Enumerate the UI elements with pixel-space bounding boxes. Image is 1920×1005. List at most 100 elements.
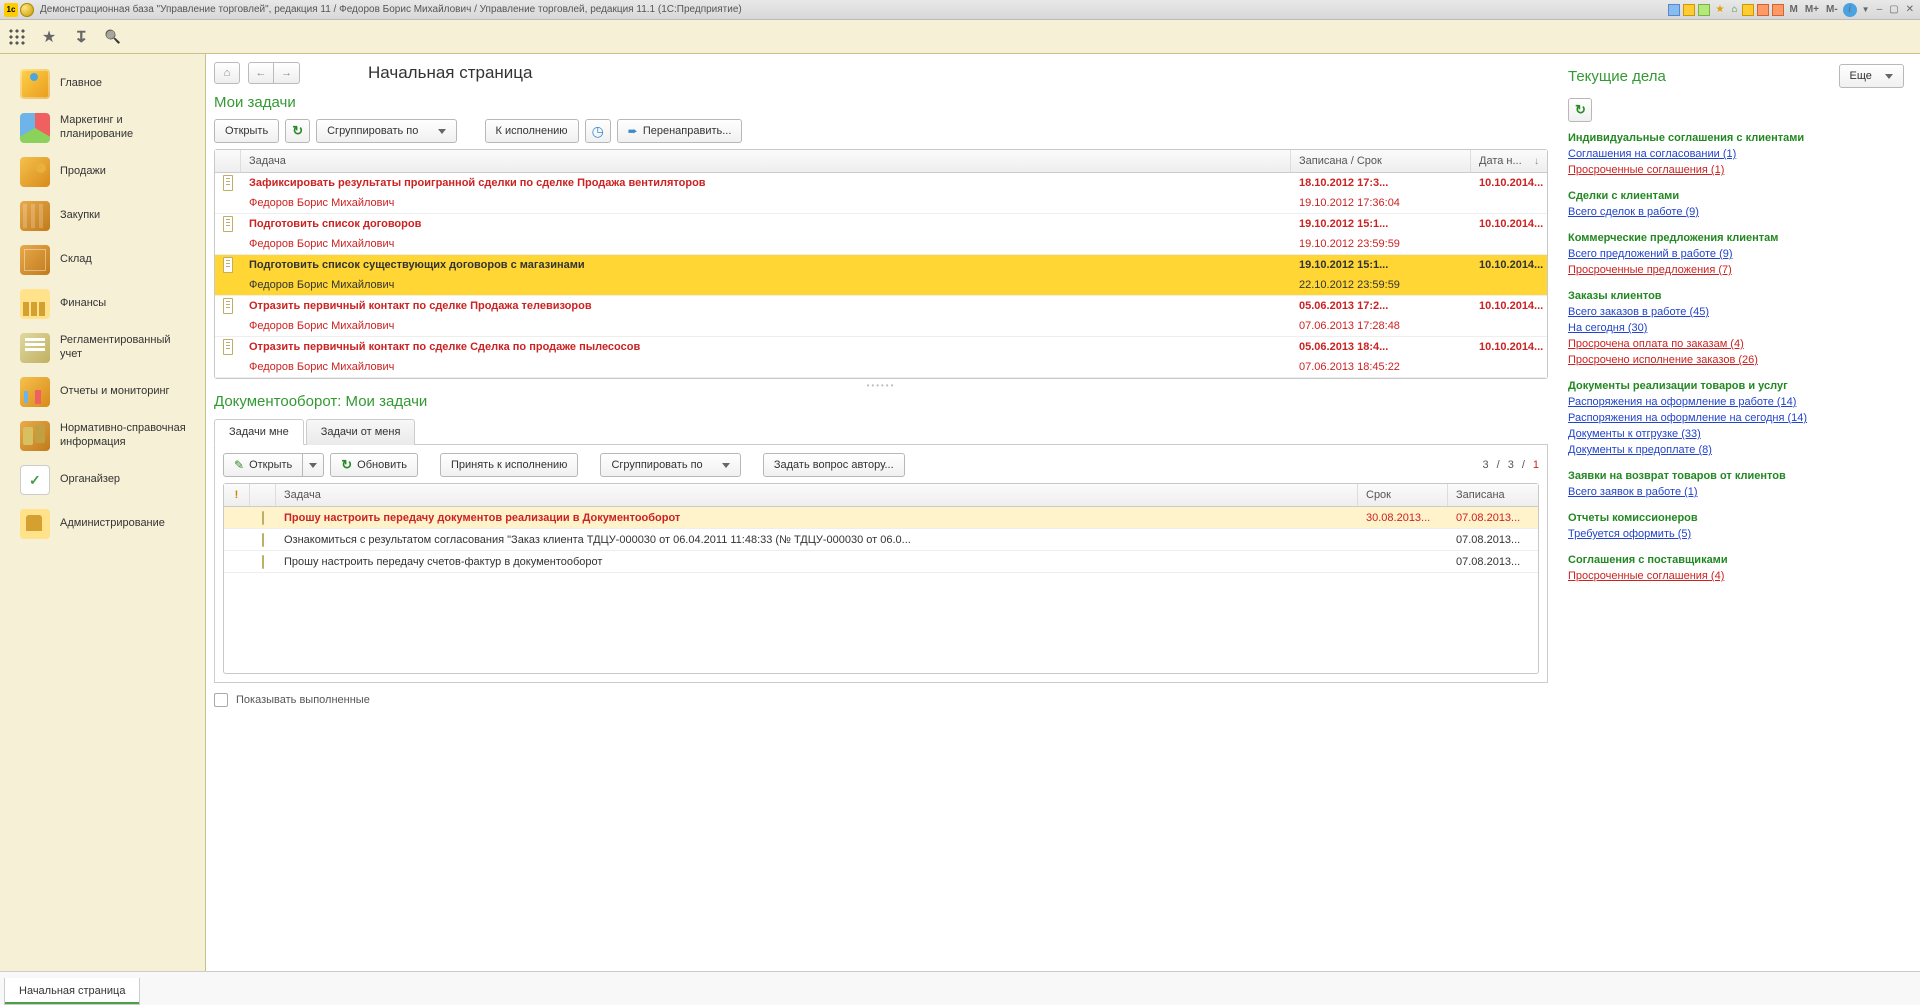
info-dropdown-icon[interactable]: ▼: [1860, 5, 1872, 14]
sidebar-item-marketing[interactable]: Маркетинг и планирование: [0, 106, 205, 150]
sys-icon-2[interactable]: [1683, 4, 1695, 16]
df-col-icon[interactable]: [250, 484, 276, 506]
info-icon[interactable]: i: [1843, 3, 1857, 17]
maximize-icon[interactable]: ▢: [1887, 4, 1900, 15]
forward-icon: [628, 124, 638, 138]
side-link[interactable]: На сегодня (30): [1568, 322, 1904, 334]
side-group: Документы реализации товаров и услугРасп…: [1568, 380, 1904, 456]
df-col-task[interactable]: Задача: [276, 484, 1358, 506]
side-link[interactable]: Всего заказов в работе (45): [1568, 306, 1904, 318]
doc-icon: [262, 511, 264, 525]
task-row[interactable]: Отразить первичный контакт по сделке Про…: [215, 296, 1547, 337]
group-by-df-label: Сгруппировать по: [611, 459, 702, 471]
col-recorded-header[interactable]: Записана / Срок: [1291, 150, 1471, 172]
open-split-button[interactable]: Открыть: [223, 453, 324, 477]
side-link[interactable]: Требуется оформить (5): [1568, 528, 1904, 540]
df-col-due[interactable]: Срок: [1358, 484, 1448, 506]
side-link[interactable]: Соглашения на согласовании (1): [1568, 148, 1904, 160]
minimize-icon[interactable]: –: [1875, 4, 1885, 15]
docflow-row[interactable]: Прошу настроить передачу документов реал…: [224, 507, 1538, 529]
tab-tasks-to-me[interactable]: Задачи мне: [214, 419, 304, 445]
side-link[interactable]: Распоряжения на оформление в работе (14): [1568, 396, 1904, 408]
group-by-button[interactable]: Сгруппировать по: [316, 119, 456, 143]
sidebar-item-reference[interactable]: Нормативно-справочная информация: [0, 414, 205, 458]
refresh-button[interactable]: [285, 119, 310, 143]
redirect-button[interactable]: Перенаправить...: [617, 119, 743, 143]
docflow-row[interactable]: Прошу настроить передачу счетов-фактур в…: [224, 551, 1538, 573]
side-refresh-button[interactable]: [1568, 98, 1592, 122]
sys-icon-7[interactable]: [1772, 4, 1784, 16]
col-task-header[interactable]: Задача: [241, 150, 1291, 172]
side-link[interactable]: Просроченные предложения (7): [1568, 264, 1904, 276]
sidebar-item-regulated[interactable]: Регламентированный учет: [0, 326, 205, 370]
more-button[interactable]: Еще: [1839, 64, 1904, 88]
col-date-header[interactable]: Дата н...↓: [1471, 150, 1547, 172]
m-button[interactable]: M: [1787, 4, 1799, 15]
task-row[interactable]: Подготовить список договоров19.10.2012 1…: [215, 214, 1547, 255]
sidebar-item-sales[interactable]: Продажи: [0, 150, 205, 194]
df-col-flag[interactable]: !: [224, 484, 250, 506]
sys-icon-3[interactable]: [1698, 4, 1710, 16]
accept-button[interactable]: Принять к исполнению: [440, 453, 578, 477]
group-by-df-button[interactable]: Сгруппировать по: [600, 453, 740, 477]
docflow-row[interactable]: Ознакомиться с результатом согласования …: [224, 529, 1538, 551]
task-author: Федоров Борис Михайлович: [241, 318, 1291, 334]
row-icon: [250, 509, 276, 527]
splitter-grip[interactable]: ••••••: [214, 381, 1548, 389]
side-link[interactable]: Всего сделок в работе (9): [1568, 206, 1904, 218]
sidebar-item-finance[interactable]: Финансы: [0, 282, 205, 326]
sys-icon-1[interactable]: [1668, 4, 1680, 16]
task-recorded: 19.10.2012 15:1...: [1291, 216, 1471, 232]
task-recorded: 19.10.2012 15:1...: [1291, 257, 1471, 273]
task-row[interactable]: Зафиксировать результаты проигранной сде…: [215, 173, 1547, 214]
side-link[interactable]: Документы к отгрузке (33): [1568, 428, 1904, 440]
app-menu-icon[interactable]: [20, 3, 34, 17]
clock-button[interactable]: [585, 119, 611, 143]
task-author: Федоров Борис Михайлович: [241, 277, 1291, 293]
sidebar-item-stock[interactable]: Склад: [0, 238, 205, 282]
df-col-written[interactable]: Записана: [1448, 484, 1538, 506]
open-button-df[interactable]: Открыть: [223, 453, 303, 477]
sys-icon-5[interactable]: [1742, 4, 1754, 16]
m-minus-button[interactable]: M-: [1824, 4, 1840, 15]
task-row[interactable]: Отразить первичный контакт по сделке Сде…: [215, 337, 1547, 378]
side-group-header: Коммерческие предложения клиентам: [1568, 232, 1904, 244]
side-link[interactable]: Документы к предоплате (8): [1568, 444, 1904, 456]
open-button[interactable]: Открыть: [214, 119, 279, 143]
home-icon[interactable]: ⌂: [1729, 4, 1739, 15]
sections-icon[interactable]: [8, 28, 26, 46]
close-icon[interactable]: ✕: [1904, 4, 1916, 15]
m-plus-button[interactable]: M+: [1803, 4, 1821, 15]
sidebar-item-admin[interactable]: Администрирование: [0, 502, 205, 546]
col-icon-header[interactable]: [215, 150, 241, 172]
sys-icon-6[interactable]: [1757, 4, 1769, 16]
side-link[interactable]: Просрочена оплата по заказам (4): [1568, 338, 1904, 350]
side-link[interactable]: Просроченные соглашения (4): [1568, 570, 1904, 582]
side-link[interactable]: Распоряжения на оформление на сегодня (1…: [1568, 412, 1904, 424]
bottom-tab-start[interactable]: Начальная страница: [4, 978, 140, 1005]
task-row[interactable]: Подготовить список существующих договоро…: [215, 255, 1547, 296]
history-icon[interactable]: [72, 28, 90, 46]
side-link[interactable]: Просрочено исполнение заказов (26): [1568, 354, 1904, 366]
side-link[interactable]: Всего заявок в работе (1): [1568, 486, 1904, 498]
sidebar-item-main[interactable]: Главное: [0, 62, 205, 106]
search-icon[interactable]: [104, 28, 122, 46]
forward-button[interactable]: →: [274, 62, 300, 84]
show-done-checkbox[interactable]: [214, 693, 228, 707]
ask-author-button[interactable]: Задать вопрос автору...: [763, 453, 905, 477]
back-button[interactable]: ←: [248, 62, 274, 84]
refresh-df-button[interactable]: Обновить: [330, 453, 418, 477]
side-link[interactable]: Просроченные соглашения (1): [1568, 164, 1904, 176]
favorites-icon[interactable]: [40, 28, 58, 46]
doc-icon: [223, 339, 233, 355]
home-button[interactable]: ⌂: [214, 62, 240, 84]
to-execution-button[interactable]: К исполнению: [485, 119, 579, 143]
sidebar-item-organizer[interactable]: Органайзер: [0, 458, 205, 502]
open-dropdown[interactable]: [303, 453, 324, 477]
tab-tasks-from-me[interactable]: Задачи от меня: [306, 419, 416, 445]
ask-label: Задать вопрос автору...: [774, 459, 894, 471]
side-link[interactable]: Всего предложений в работе (9): [1568, 248, 1904, 260]
star-icon[interactable]: ★: [1713, 4, 1726, 15]
sidebar-item-purchases[interactable]: Закупки: [0, 194, 205, 238]
sidebar-item-reports[interactable]: Отчеты и мониторинг: [0, 370, 205, 414]
